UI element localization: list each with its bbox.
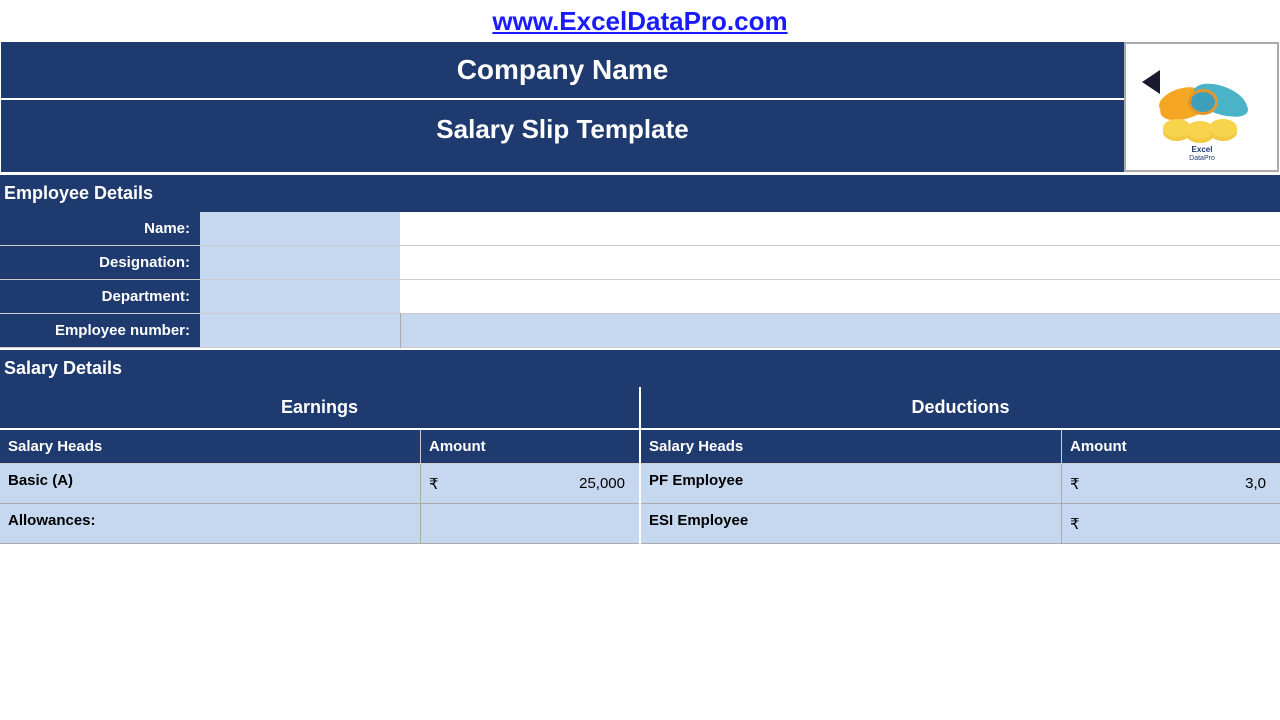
employee-number-value-wide[interactable]	[400, 314, 1280, 348]
deductions-head-1: PF Employee	[641, 464, 1062, 503]
earnings-amount-2	[421, 504, 639, 543]
company-name: Company Name	[1, 42, 1124, 100]
employee-details-header: Employee Details	[0, 173, 1280, 212]
deductions-sub-heads-label: Salary Heads	[641, 430, 1062, 463]
employee-number-label: Employee number:	[0, 314, 200, 348]
earnings-row-1: Basic (A) ₹ 25,000	[0, 464, 639, 504]
earnings-sub-header: Salary Heads Amount	[0, 430, 639, 464]
department-label: Department:	[0, 280, 200, 314]
earnings-sub-amount-label: Amount	[421, 430, 639, 463]
designation-value[interactable]	[200, 246, 400, 280]
deductions-currency-2: ₹	[1070, 515, 1080, 533]
name-row: Name:	[0, 212, 1280, 246]
salary-columns: Earnings Salary Heads Amount Basic (A) ₹…	[0, 387, 1280, 544]
svg-text:Excel: Excel	[1191, 145, 1212, 154]
name-value[interactable]	[200, 212, 400, 246]
employee-number-value-narrow[interactable]	[200, 314, 400, 348]
deductions-sub-header: Salary Heads Amount	[641, 430, 1280, 464]
deductions-row-1: PF Employee ₹ 3,0	[641, 464, 1280, 504]
deductions-column: Deductions Salary Heads Amount PF Employ…	[641, 387, 1280, 544]
earnings-column: Earnings Salary Heads Amount Basic (A) ₹…	[0, 387, 641, 544]
deductions-amount-2: ₹	[1062, 504, 1280, 543]
deductions-currency-1: ₹	[1070, 475, 1080, 493]
header-section: Company Name Salary Slip Template	[0, 41, 1280, 173]
earnings-head-1: Basic (A)	[0, 464, 421, 503]
name-label: Name:	[0, 212, 200, 246]
employee-details-table: Name: Designation: Department: Employee …	[0, 212, 1280, 348]
document-title: Salary Slip Template	[1, 100, 1124, 159]
earnings-currency-1: ₹	[429, 475, 439, 493]
department-row: Department:	[0, 280, 1280, 314]
earnings-sub-heads-label: Salary Heads	[0, 430, 421, 463]
earnings-head-2: Allowances:	[0, 504, 421, 543]
earnings-row-2: Allowances:	[0, 504, 639, 544]
deductions-row-2: ESI Employee ₹	[641, 504, 1280, 544]
header-left: Company Name Salary Slip Template	[1, 42, 1124, 172]
deductions-col-header: Deductions	[641, 387, 1280, 430]
department-value[interactable]	[200, 280, 400, 314]
employee-number-row: Employee number:	[0, 314, 1280, 348]
earnings-amount-1: ₹ 25,000	[421, 464, 639, 503]
earnings-value-1: 25,000	[579, 475, 631, 492]
deductions-sub-amount-label: Amount	[1062, 430, 1280, 463]
earnings-col-header: Earnings	[0, 387, 639, 430]
site-url: www.ExcelDataPro.com	[492, 6, 787, 36]
deductions-head-2: ESI Employee	[641, 504, 1062, 543]
page-wrapper: www.ExcelDataPro.com Company Name Salary…	[0, 0, 1280, 544]
url-bar: www.ExcelDataPro.com	[0, 0, 1280, 41]
designation-label: Designation:	[0, 246, 200, 280]
logo-icon: Excel DataPro	[1132, 52, 1272, 162]
svg-text:DataPro: DataPro	[1189, 155, 1215, 162]
logo-box: Excel DataPro	[1124, 42, 1279, 172]
deductions-value-1: 3,0	[1245, 475, 1272, 492]
salary-details-header: Salary Details	[0, 348, 1280, 387]
designation-row: Designation:	[0, 246, 1280, 280]
deductions-amount-1: ₹ 3,0	[1062, 464, 1280, 503]
